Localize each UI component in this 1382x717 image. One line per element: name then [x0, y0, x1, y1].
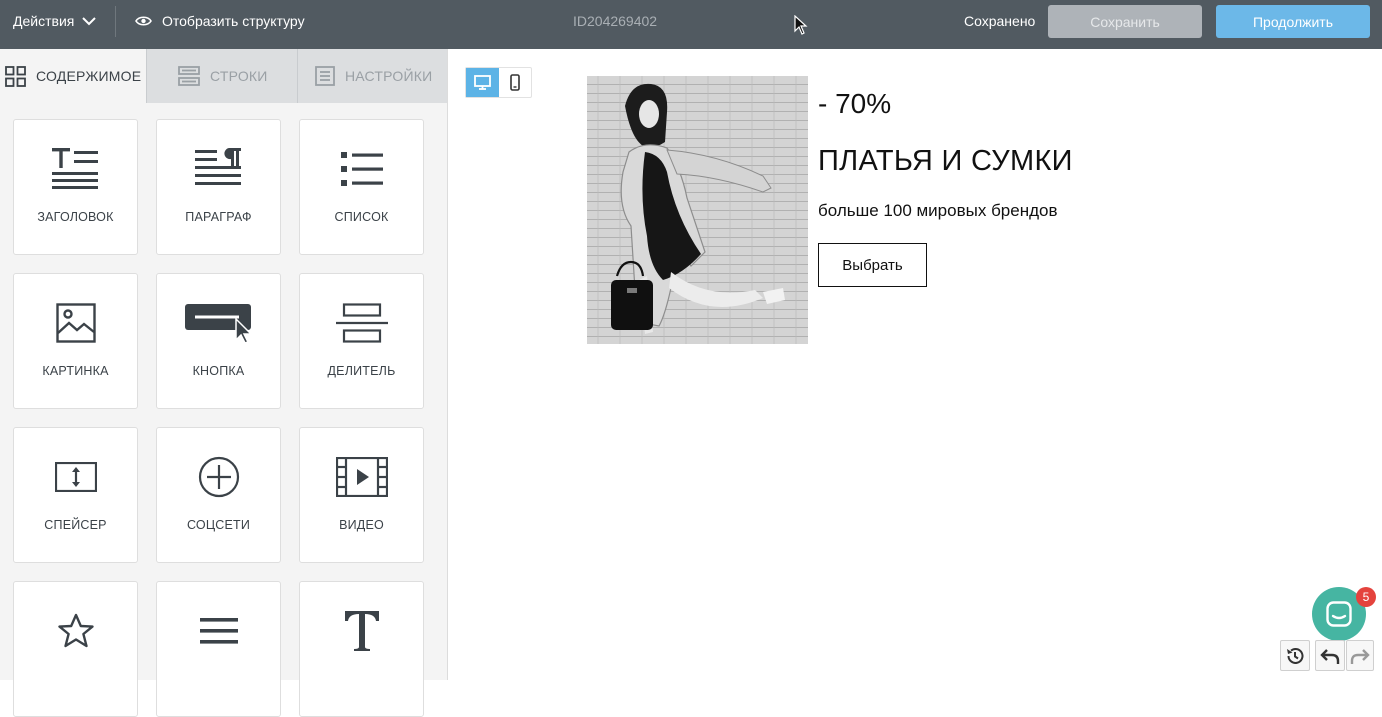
menu-icon	[199, 618, 238, 644]
star-icon	[57, 613, 94, 648]
tab-settings-label: НАСТРОЙКИ	[345, 68, 433, 84]
block-spacer[interactable]: СПЕЙСЕР	[13, 427, 138, 563]
mobile-icon	[509, 74, 520, 91]
content-panel: СОДЕРЖИМОЕ СТРОКИ НАСТРОЙКИ ЗАГОЛОВОК ПА…	[0, 49, 448, 717]
promo-image[interactable]	[587, 76, 808, 344]
block-list[interactable]: СПИСОК	[299, 119, 424, 255]
paragraph-icon	[194, 148, 241, 185]
image-icon	[55, 303, 96, 343]
block-button[interactable]: КНОПКА	[156, 273, 281, 409]
spacer-icon	[54, 462, 97, 492]
fashion-photo	[587, 76, 808, 344]
view-mode-toggle	[465, 67, 532, 98]
history-icon	[1287, 647, 1304, 664]
tab-content[interactable]: СОДЕРЖИМОЕ	[0, 49, 146, 103]
mouse-cursor-icon	[794, 15, 808, 35]
block-divider[interactable]: ДЕЛИТЕЛЬ	[299, 273, 424, 409]
panel-tabs: СОДЕРЖИМОЕ СТРОКИ НАСТРОЙКИ	[0, 49, 447, 103]
heading-icon	[51, 148, 98, 189]
block-image[interactable]: КАРТИНКА	[13, 273, 138, 409]
redo-icon	[1350, 648, 1370, 664]
list-icon	[340, 152, 383, 186]
top-toolbar: Действия Отобразить структуру ID20426940…	[0, 0, 1382, 49]
video-icon	[335, 457, 388, 497]
tab-content-label: СОДЕРЖИМОЕ	[36, 68, 142, 84]
show-structure-toggle[interactable]: Отобразить структуру	[135, 0, 305, 42]
actions-menu[interactable]: Действия	[13, 0, 97, 42]
block-label: ДЕЛИТЕЛЬ	[327, 364, 396, 378]
block-social[interactable]: СОЦСЕТИ	[156, 427, 281, 563]
text-icon	[344, 611, 379, 651]
show-structure-label: Отобразить структуру	[162, 13, 305, 29]
mobile-view-button[interactable]	[499, 68, 532, 97]
settings-doc-icon	[315, 66, 335, 86]
save-status: Сохранено	[964, 13, 1036, 29]
tab-settings[interactable]: НАСТРОЙКИ	[297, 49, 447, 103]
social-icon	[198, 456, 239, 498]
divider-icon	[335, 303, 388, 343]
block-label: ЗАГОЛОВОК	[37, 210, 114, 224]
tab-rows[interactable]: СТРОКИ	[146, 49, 297, 103]
grid-icon	[5, 65, 26, 87]
block-label: ПАРАГРАФ	[185, 210, 252, 224]
eye-icon	[135, 16, 152, 26]
button-icon	[184, 304, 253, 344]
continue-button[interactable]: Продолжить	[1216, 5, 1370, 38]
chevron-down-icon	[82, 17, 97, 26]
desktop-icon	[473, 75, 491, 90]
block-label: КАРТИНКА	[42, 364, 109, 378]
promo-choose-button[interactable]: Выбрать	[818, 243, 927, 287]
toolbar-divider	[115, 6, 116, 37]
block-label: ВИДЕО	[339, 518, 384, 532]
block-label: СПЕЙСЕР	[44, 518, 107, 532]
chat-icon	[1326, 601, 1352, 627]
promo-title: ПЛАТЬЯ И СУМКИ	[818, 145, 1073, 177]
block-video[interactable]: ВИДЕО	[299, 427, 424, 563]
redo-button[interactable]	[1346, 640, 1374, 671]
history-button[interactable]	[1280, 640, 1310, 671]
undo-icon	[1320, 648, 1340, 664]
document-id: ID204269402	[573, 13, 658, 29]
desktop-view-button[interactable]	[466, 68, 499, 97]
save-button[interactable]: Сохранить	[1048, 5, 1202, 38]
undo-button[interactable]	[1315, 640, 1345, 671]
block-label: КНОПКА	[192, 364, 245, 378]
rows-icon	[178, 66, 200, 86]
block-label: СОЦСЕТИ	[186, 518, 251, 532]
actions-label: Действия	[13, 13, 75, 29]
block-paragraph[interactable]: ПАРАГРАФ	[156, 119, 281, 255]
block-menu[interactable]	[156, 581, 281, 717]
block-icon[interactable]	[13, 581, 138, 717]
block-label: СПИСОК	[334, 210, 389, 224]
tab-rows-label: СТРОКИ	[210, 68, 268, 84]
block-heading[interactable]: ЗАГОЛОВОК	[13, 119, 138, 255]
promo-discount: - 70%	[818, 88, 892, 119]
promo-subtitle: больше 100 мировых брендов	[818, 201, 1058, 220]
block-text[interactable]	[299, 581, 424, 717]
chat-unread-badge: 5	[1356, 587, 1376, 607]
